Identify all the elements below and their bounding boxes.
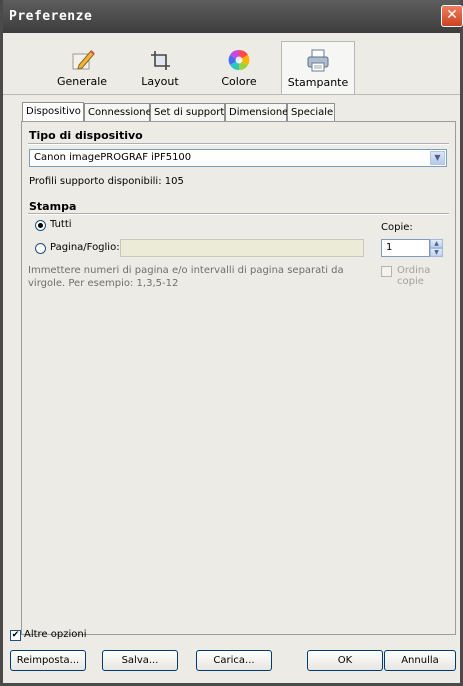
device-type-select[interactable]: Canon imagePROGRAF iPF5100 ▼ [29,149,447,167]
ok-button[interactable]: OK [307,650,383,671]
stepper-up-icon[interactable]: ▲ [430,239,443,248]
radio-all-label: Tutti [50,219,72,230]
toolbar-item-layout[interactable]: Layout [123,43,197,95]
pencil-icon [72,50,95,70]
close-button[interactable]: ✕ [441,5,463,27]
printer-icon [307,49,329,72]
radio-pages-label: Pagina/Foglio: [50,242,120,253]
stepper-down-icon[interactable]: ▼ [430,248,443,257]
device-type-value: Canon imagePROGRAF iPF5100 [34,152,192,163]
radio-all-pages[interactable] [35,220,46,231]
load-button[interactable]: Carica... [196,650,272,671]
print-heading: Stampa [29,200,77,213]
chevron-down-icon[interactable]: ▼ [430,151,445,165]
tab-speciale[interactable]: Speciale [287,103,335,122]
profiles-count-text: Profili supporto disponibili: 105 [29,176,184,187]
tab-connessione[interactable]: Connessione [84,103,152,122]
more-options-checkbox[interactable]: ✔ [10,630,21,641]
color-wheel-icon [228,49,250,71]
checkmark-icon: ✔ [11,630,20,640]
title-bar: Preferenze ✕ [3,0,463,33]
tab-dimensione[interactable]: Dimensione [225,103,288,122]
toolbar-label-layout: Layout [141,75,179,88]
tab-set-di-supporti[interactable]: Set di supporti [150,103,227,122]
more-options-label: Altre opzioni [24,629,87,640]
radio-page-range[interactable] [35,243,46,254]
toolbar-divider [3,94,460,95]
close-icon: ✕ [446,7,458,23]
toolbar-label-generale: Generale [56,75,108,88]
tab-dispositivo[interactable]: Dispositivo [22,102,84,123]
collate-checkbox[interactable] [381,266,392,277]
save-button[interactable]: Salva... [102,650,178,671]
crop-icon [151,51,170,70]
section-divider [28,213,449,215]
toolbar-item-generale[interactable]: Generale [45,43,119,95]
cancel-button[interactable]: Annulla [384,650,456,671]
page-range-input[interactable] [120,239,364,257]
copies-stepper[interactable]: ▲ ▼ [430,239,443,257]
window-title: Preferenze [9,9,93,24]
preferences-window: Preferenze ✕ Generale Layout Colore Stam… [0,0,463,686]
page-range-hint: Immettere numeri di pagina e/o intervall… [28,265,344,289]
toolbar-item-stampante[interactable]: Stampante [281,41,355,95]
copies-label: Copie: [381,222,413,233]
category-toolbar: Generale Layout Colore Stampante [3,33,460,95]
device-type-heading: Tipo di dispositivo [29,129,143,142]
section-divider [28,143,449,145]
toolbar-label-colore: Colore [221,75,257,88]
device-tab-panel: Tipo di dispositivo Canon imagePROGRAF i… [21,121,456,635]
reset-button[interactable]: Reimposta... [10,650,86,671]
copies-input[interactable]: 1 [381,239,430,257]
collate-label: Ordina copie [397,265,431,287]
toolbar-label-stampante: Stampante [287,76,349,89]
toolbar-item-colore[interactable]: Colore [202,43,276,95]
